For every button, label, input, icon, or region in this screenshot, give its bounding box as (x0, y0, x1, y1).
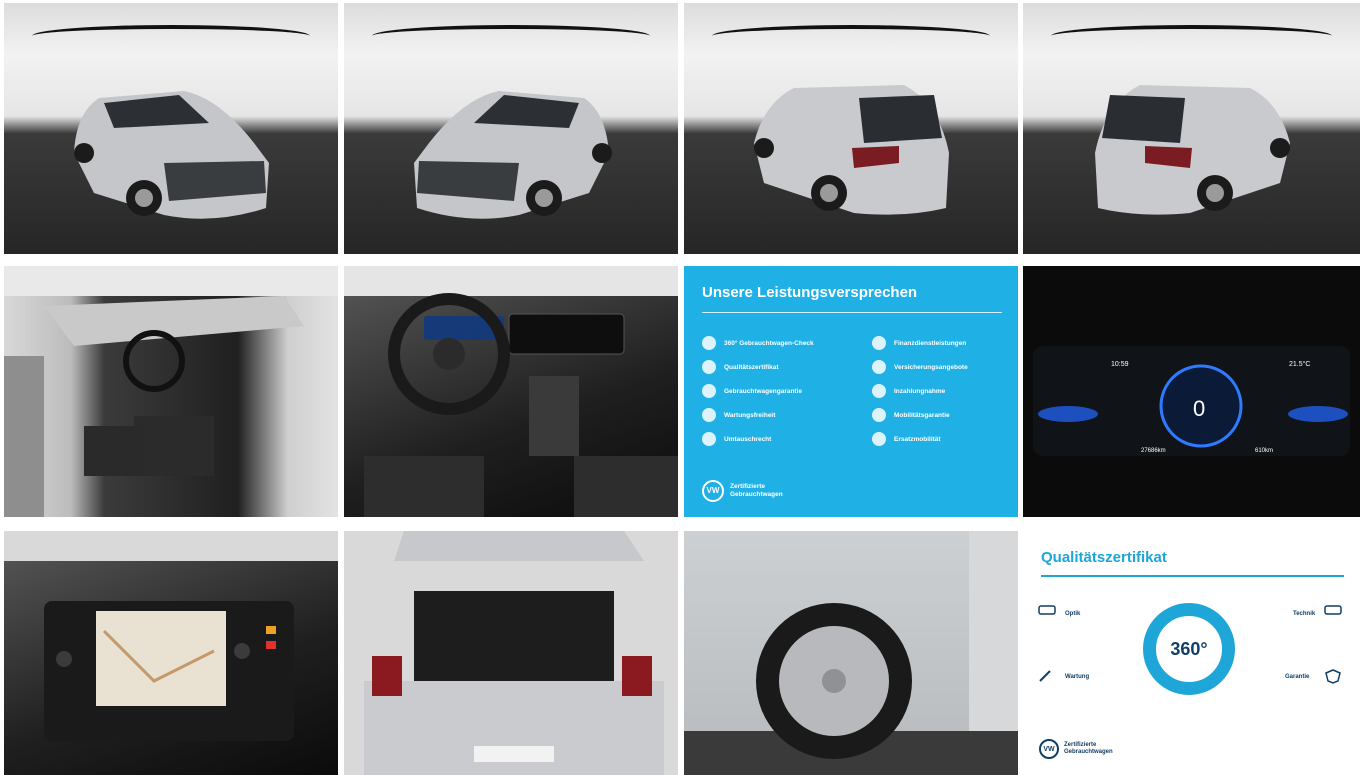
photo-rear-left[interactable] (684, 3, 1018, 254)
car-front-right-image (414, 91, 612, 219)
promo-item: 360° Gebrauchtwagen-Check (702, 336, 814, 350)
interior-door-image (4, 266, 338, 517)
instrument-cluster-image: 10:59 21.5°C 0 27686km 610km (1033, 346, 1350, 456)
car-icon (872, 408, 886, 422)
photo-infotainment[interactable] (4, 531, 338, 775)
photo-instrument-cluster[interactable]: 10:59 21.5°C 0 27686km 610km (1023, 266, 1360, 517)
promo-brand: VW Zertifizierte Gebrauchtwagen (702, 480, 783, 502)
certificate-icon (702, 360, 716, 374)
brand-line: Gebrauchtwagen (1064, 749, 1113, 755)
shield-icon (1325, 669, 1341, 684)
infotainment-image (4, 531, 338, 741)
photo-front-left[interactable] (4, 3, 338, 254)
photo-front-right[interactable] (344, 3, 678, 254)
promo-item: Finanzdienstleistungen (872, 336, 966, 350)
section-technik: Technik (1293, 611, 1316, 617)
check-ring: 360° (1143, 603, 1235, 695)
wrench-icon (702, 408, 716, 422)
trunk-image (364, 531, 664, 775)
car-icon (1324, 605, 1342, 615)
shield-icon (702, 384, 716, 398)
promo-item: Mobilitätsgarantie (872, 408, 950, 422)
promo-item: Qualitätszertifikat (702, 360, 779, 374)
divider (1041, 575, 1344, 577)
car-rear-right-image (1095, 85, 1290, 215)
exchange-icon (702, 432, 716, 446)
car-rear-left-image (754, 85, 949, 215)
photo-gallery-grid: Unsere Leistungsversprechen 360° Gebrauc… (0, 0, 1365, 775)
cluster-time: 10:59 (1111, 361, 1129, 368)
vw-logo-icon: VW (702, 480, 724, 502)
car-icon (872, 432, 886, 446)
car-front-left-image (74, 91, 269, 219)
finance-icon (872, 336, 886, 350)
photo-interior-door[interactable] (4, 266, 338, 517)
certificate-tile[interactable]: Qualitätszertifikat Optik Technik Wartun… (1023, 531, 1360, 775)
check-icon (702, 336, 716, 350)
promo-title: Unsere Leistungsversprechen (702, 284, 918, 301)
photo-cockpit[interactable] (344, 266, 678, 517)
certificate-brand: VW Zertifizierte Gebrauchtwagen (1039, 739, 1113, 759)
certificate-title: Qualitätszertifikat (1041, 549, 1167, 566)
brand-line: Gebrauchtwagen (730, 491, 783, 498)
promo-item: Ersatzmobilität (872, 432, 941, 446)
section-wartung: Wartung (1065, 674, 1090, 680)
promo-item: Wartungsfreiheit (702, 408, 775, 422)
wrench-icon (1039, 670, 1051, 682)
photo-rear-right[interactable] (1023, 3, 1360, 254)
cluster-range: 610km (1255, 448, 1273, 454)
photo-wheel[interactable] (684, 531, 1018, 775)
divider (702, 312, 1002, 313)
promo-item: Inzahlungnahme (872, 384, 945, 398)
cluster-speed: 0 (1193, 396, 1205, 421)
section-garantie: Garantie (1285, 674, 1310, 680)
promo-item: Versicherungsangebote (872, 360, 968, 374)
insurance-icon (872, 360, 886, 374)
promo-item: Gebrauchtwagengarantie (702, 384, 802, 398)
brand-line: Zertifizierte (1064, 742, 1097, 748)
cluster-odometer: 27686km (1141, 448, 1166, 454)
cluster-temp: 21.5°C (1289, 360, 1310, 368)
brand-line: Zertifizierte (730, 483, 766, 490)
section-optik: Optik (1065, 611, 1081, 617)
promo-item: Umtauschrecht (702, 432, 771, 446)
cockpit-image (344, 266, 678, 517)
vw-logo-icon: VW (1039, 739, 1059, 759)
trade-in-icon (872, 384, 886, 398)
car-icon (1038, 605, 1056, 615)
photo-trunk[interactable] (344, 531, 678, 775)
wheel-image (684, 531, 1018, 775)
promo-services-tile[interactable]: Unsere Leistungsversprechen 360° Gebrauc… (684, 266, 1018, 517)
ring-center: 360° (1170, 638, 1208, 659)
